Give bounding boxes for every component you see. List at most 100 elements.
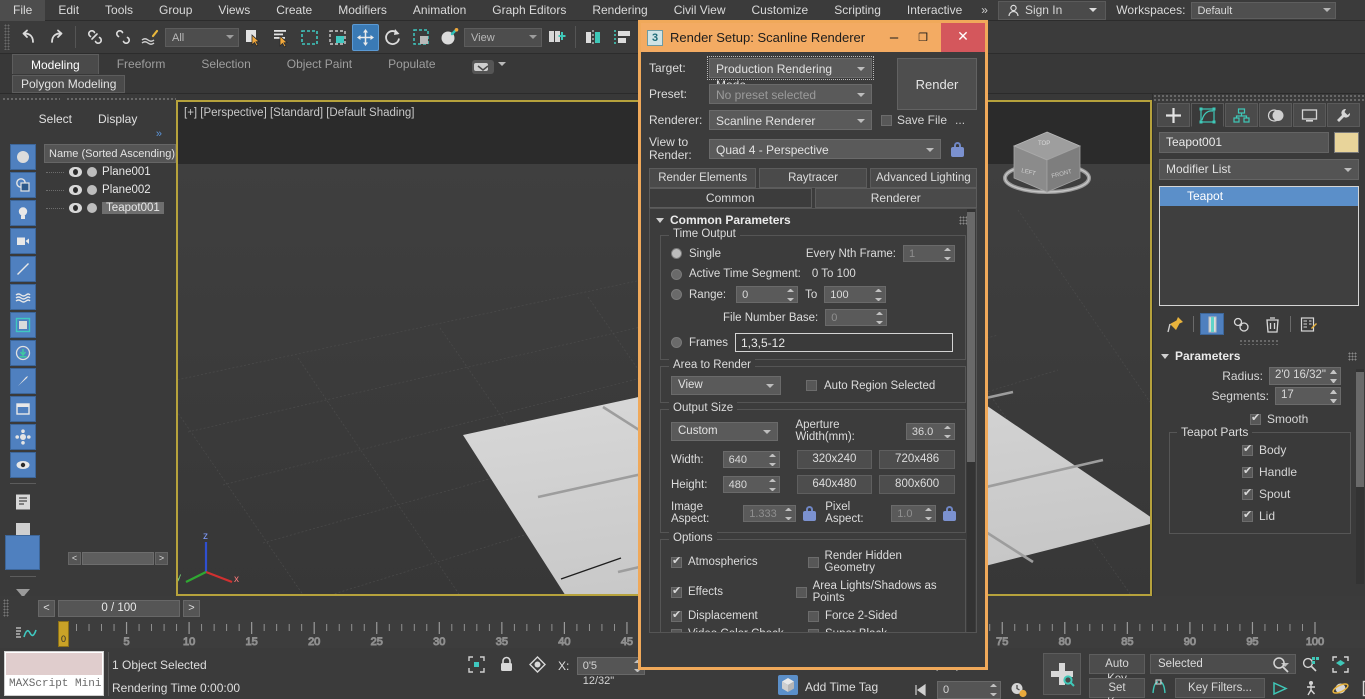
remove-modifier-button[interactable] [1260,313,1284,335]
scroll-right-icon[interactable]: > [155,552,168,565]
visibility-eye-icon[interactable] [69,203,82,213]
select-and-move-button[interactable] [352,24,379,51]
undo-button[interactable] [15,24,42,51]
tab-raytracer[interactable]: Raytracer [759,168,866,188]
render-button[interactable]: Render [897,58,977,110]
spinner-arrows[interactable] [785,508,792,520]
menu-civil-view[interactable]: Civil View [661,0,739,21]
maximize-button[interactable]: ❐ [912,31,934,44]
scene-explorer-selected-thumbnail[interactable] [5,535,40,570]
freeze-dot-icon[interactable] [87,203,97,213]
ribbon-subtab-polygon-modeling[interactable]: Polygon Modeling [12,75,125,93]
spout-checkbox[interactable] [1242,489,1253,500]
tab-common[interactable]: Common [649,188,812,208]
part-row[interactable]: Handle [1170,461,1350,483]
tab-renderer[interactable]: Renderer [815,188,978,208]
target-select[interactable]: Production Rendering Mode [709,58,872,78]
selection-region-icon[interactable] [468,656,485,676]
time-slider[interactable]: < 0 / 100 > [38,600,200,617]
selection-filter-select[interactable]: All [165,28,239,47]
filter-particles-icon[interactable] [10,424,36,450]
menu-overflow-chevron[interactable]: » [975,3,994,17]
view-cube[interactable]: TOP LEFT FRONT [992,120,1102,220]
effects-checkbox[interactable] [671,587,682,598]
active-segment-row[interactable]: Active Time Segment: 0 To 100 [661,263,965,281]
menu-animation[interactable]: Animation [400,0,479,21]
atmospherics-option[interactable]: Atmospherics [671,556,801,568]
menu-edit[interactable]: Edit [45,0,92,21]
modifier-list-select[interactable]: Modifier List [1159,159,1359,180]
tab-display[interactable] [1293,103,1326,127]
maximize-viewport-button[interactable] [1358,678,1365,699]
filter-geometry-icon[interactable] [10,144,36,170]
parameters-rollout-header[interactable]: Parameters [1153,345,1365,365]
dialog-scrollbar-thumb[interactable] [967,212,975,462]
renderer-select[interactable]: Scanline Renderer [709,110,872,130]
menu-create[interactable]: Create [263,0,325,21]
height-spinner[interactable]: 480 [723,476,780,493]
ribbon-minimize-dropdown[interactable] [472,60,494,74]
radius-spinner[interactable]: 2'0 16/32" [1269,367,1341,385]
next-frame-button[interactable]: > [183,600,200,617]
select-and-link-button[interactable] [81,24,108,51]
spinner-arrows[interactable] [1330,370,1337,383]
configure-modifier-sets-button[interactable] [1297,313,1321,335]
unlink-selection-button[interactable] [109,24,136,51]
time-slider-handle[interactable]: 0 [58,621,69,647]
maxscript-output-pane[interactable] [6,653,102,675]
menu-modifiers[interactable]: Modifiers [325,0,400,21]
super-black-checkbox[interactable] [808,629,819,634]
ribbon-tab-freeform[interactable]: Freeform [99,54,184,74]
time-configuration-button[interactable] [1006,679,1030,699]
object-name-field[interactable]: Teapot001 [1159,132,1329,153]
select-and-rotate-button[interactable] [380,24,407,51]
displacement-checkbox[interactable] [671,611,682,622]
filter-groups-icon[interactable] [10,312,36,338]
scene-explorer-select-menu[interactable]: Select [39,112,72,126]
toolbar-grip[interactable] [4,24,10,50]
command-panel-scrollbar-thumb[interactable] [1356,372,1364,487]
tab-utilities[interactable] [1327,103,1360,127]
selection-lock-toggle[interactable] [499,656,514,676]
spinner-arrows[interactable] [769,479,776,491]
preset-800x600-button[interactable]: 800x600 [879,475,955,494]
spinner-arrows[interactable] [944,426,951,438]
walk-through-button[interactable] [1298,678,1322,699]
select-object-button[interactable] [240,24,267,51]
bind-to-space-warp-button[interactable] [137,24,164,51]
range-from-spinner[interactable]: 0 [736,286,798,303]
select-by-name-button[interactable] [268,24,295,51]
filter-helpers-icon[interactable] [10,256,36,282]
part-row[interactable]: Spout [1170,483,1350,505]
zoom-extents-button[interactable] [1328,654,1352,675]
handle-checkbox[interactable] [1242,467,1253,478]
force-2-sided-option[interactable]: Force 2-Sided [808,610,897,622]
reference-coordinate-system-select[interactable]: View [464,28,542,47]
segments-spinner[interactable]: 17 [1275,387,1341,405]
set-key-toggle-button[interactable]: Set Key [1089,678,1145,698]
tab-create[interactable] [1157,103,1190,127]
area-lights-checkbox[interactable] [796,587,807,598]
area-to-render-select[interactable]: View [671,376,781,395]
redo-button[interactable] [43,24,70,51]
scene-list-column-header[interactable]: Name (Sorted Ascending) [44,144,176,163]
view-lock-icon[interactable] [951,142,964,157]
frames-input[interactable]: 1,3,5-12 [735,333,953,352]
list-item[interactable]: Teapot001 [44,199,176,217]
menu-group[interactable]: Group [146,0,205,21]
display-list-icon[interactable] [10,489,36,515]
menu-scripting[interactable]: Scripting [821,0,894,21]
part-row[interactable]: Lid [1170,505,1350,527]
menu-tools[interactable]: Tools [92,0,146,21]
lid-checkbox[interactable] [1242,511,1253,522]
visibility-eye-icon[interactable] [69,167,82,177]
pin-stack-button[interactable] [1163,313,1187,335]
zoom-all-button[interactable] [1298,654,1322,675]
scene-explorer-display-menu[interactable]: Display [98,112,137,126]
tab-hierarchy[interactable] [1225,103,1258,127]
spinner-arrows[interactable] [876,312,883,324]
body-checkbox[interactable] [1242,445,1253,456]
super-black-option[interactable]: Super Black [808,628,887,633]
part-row[interactable]: Body [1170,439,1350,461]
ribbon-tab-object-paint[interactable]: Object Paint [269,54,370,74]
